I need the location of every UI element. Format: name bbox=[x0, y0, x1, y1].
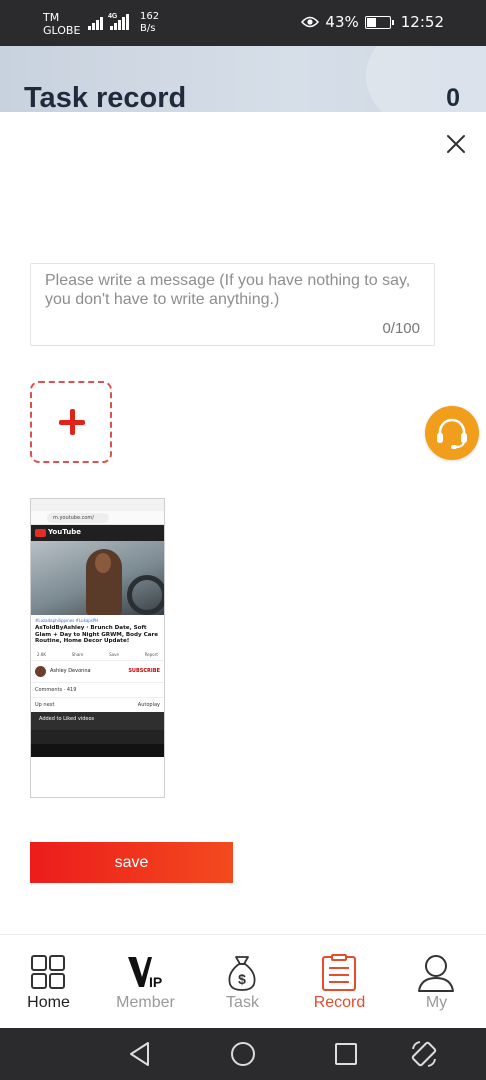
customer-service-button[interactable] bbox=[425, 406, 479, 460]
add-image-button[interactable] bbox=[30, 381, 112, 463]
thumb-report: Report bbox=[144, 651, 158, 657]
close-icon[interactable] bbox=[444, 132, 468, 156]
vip-icon: IP bbox=[128, 957, 162, 990]
system-navigation-bar bbox=[0, 1028, 486, 1080]
home-grid-icon bbox=[31, 955, 65, 989]
network-speed: 162 B/s bbox=[140, 11, 159, 35]
thumb-actions: 2.8K Share Save Report bbox=[31, 649, 164, 661]
tab-my[interactable]: My bbox=[388, 935, 485, 1029]
tab-record[interactable]: Record bbox=[291, 935, 388, 1029]
thumb-youtube-header: YouTube bbox=[31, 525, 164, 541]
message-input[interactable] bbox=[31, 264, 434, 322]
thumb-toolbar bbox=[31, 729, 164, 744]
save-button[interactable]: save bbox=[30, 842, 233, 883]
tab-my-label: My bbox=[425, 994, 448, 1011]
thumb-likes: 2.8K bbox=[37, 651, 46, 657]
tab-member-label: Member bbox=[116, 994, 175, 1011]
carrier-name: TM GLOBE bbox=[43, 11, 80, 37]
clock: 12:52 bbox=[400, 13, 444, 31]
battery-icon bbox=[364, 15, 394, 29]
page-header: Task record 0 bbox=[0, 46, 486, 112]
avatar bbox=[35, 665, 46, 677]
thumb-channel-row: Ashley Devonna SUBSCRIBE bbox=[31, 661, 164, 683]
thumb-tags: #Lazadaphilippines #LukapsPH bbox=[35, 618, 99, 623]
thumb-subscribe: SUBSCRIBE bbox=[128, 668, 160, 675]
status-bar: TM GLOBE 4G 162 B/s 43% 12:52 bbox=[0, 0, 486, 46]
carrier-line2: GLOBE bbox=[43, 24, 81, 37]
page-title: Task record bbox=[24, 82, 187, 112]
signal-strength-icon bbox=[88, 14, 103, 30]
carrier-line1: TM bbox=[43, 11, 60, 24]
thumb-video-frame bbox=[31, 541, 164, 615]
bottom-tab-bar: Home IP Member $ Task Record My bbox=[0, 934, 486, 1028]
thumb-toast: Added to Liked videos bbox=[31, 711, 164, 730]
thumb-status-bar bbox=[31, 499, 164, 511]
signal-strength-2-icon bbox=[110, 14, 129, 30]
recents-icon[interactable] bbox=[332, 1040, 360, 1068]
youtube-logo-icon bbox=[35, 529, 46, 537]
tab-task[interactable]: $ Task bbox=[194, 935, 291, 1029]
task-submit-sheet: 0/100 m.youtube.com/ YouTube #Lazadaphil… bbox=[0, 112, 486, 934]
thumb-autoplay: Autoplay bbox=[137, 701, 160, 708]
battery-percent: 43% bbox=[325, 13, 359, 31]
thumb-address-bar: m.youtube.com/ bbox=[31, 511, 164, 525]
headset-icon bbox=[437, 418, 467, 449]
record-count: 0 bbox=[446, 84, 460, 112]
speed-unit: B/s bbox=[140, 23, 156, 34]
char-counter: 0/100 bbox=[382, 320, 420, 337]
tab-home[interactable]: Home bbox=[0, 935, 97, 1029]
home-icon[interactable] bbox=[229, 1040, 257, 1068]
clipboard-icon bbox=[322, 954, 356, 991]
thumb-up-next-row: Up next Autoplay bbox=[31, 698, 164, 712]
tab-member[interactable]: IP Member bbox=[97, 935, 194, 1029]
speed-value: 162 bbox=[140, 11, 160, 22]
eye-comfort-icon bbox=[301, 16, 320, 28]
back-icon[interactable] bbox=[126, 1040, 154, 1068]
thumb-comments: Comments · 419 bbox=[31, 683, 164, 698]
thumb-video-title: AsToldByAshley · Brunch Date, Soft Glam … bbox=[35, 625, 159, 645]
tab-task-label: Task bbox=[226, 994, 259, 1011]
tab-record-label: Record bbox=[313, 994, 366, 1011]
rotate-screen-icon[interactable] bbox=[410, 1040, 438, 1068]
svg-text:IP: IP bbox=[149, 974, 162, 990]
thumb-channel-name: Ashley Devonna bbox=[50, 668, 91, 675]
message-field-container: 0/100 bbox=[30, 263, 435, 346]
thumb-save: Save bbox=[109, 651, 119, 657]
thumb-brand: YouTube bbox=[48, 528, 81, 536]
user-icon bbox=[418, 955, 454, 992]
thumb-url: m.youtube.com/ bbox=[47, 513, 109, 523]
svg-text:$: $ bbox=[238, 971, 246, 987]
money-bag-icon: $ bbox=[228, 956, 256, 991]
thumb-up-next: Up next bbox=[35, 701, 55, 708]
uploaded-screenshot-thumbnail[interactable]: m.youtube.com/ YouTube #Lazadaphilippine… bbox=[30, 498, 165, 798]
tab-home-label: Home bbox=[27, 994, 70, 1011]
thumb-nav-bar bbox=[31, 743, 164, 757]
thumb-share: Share bbox=[71, 651, 84, 657]
